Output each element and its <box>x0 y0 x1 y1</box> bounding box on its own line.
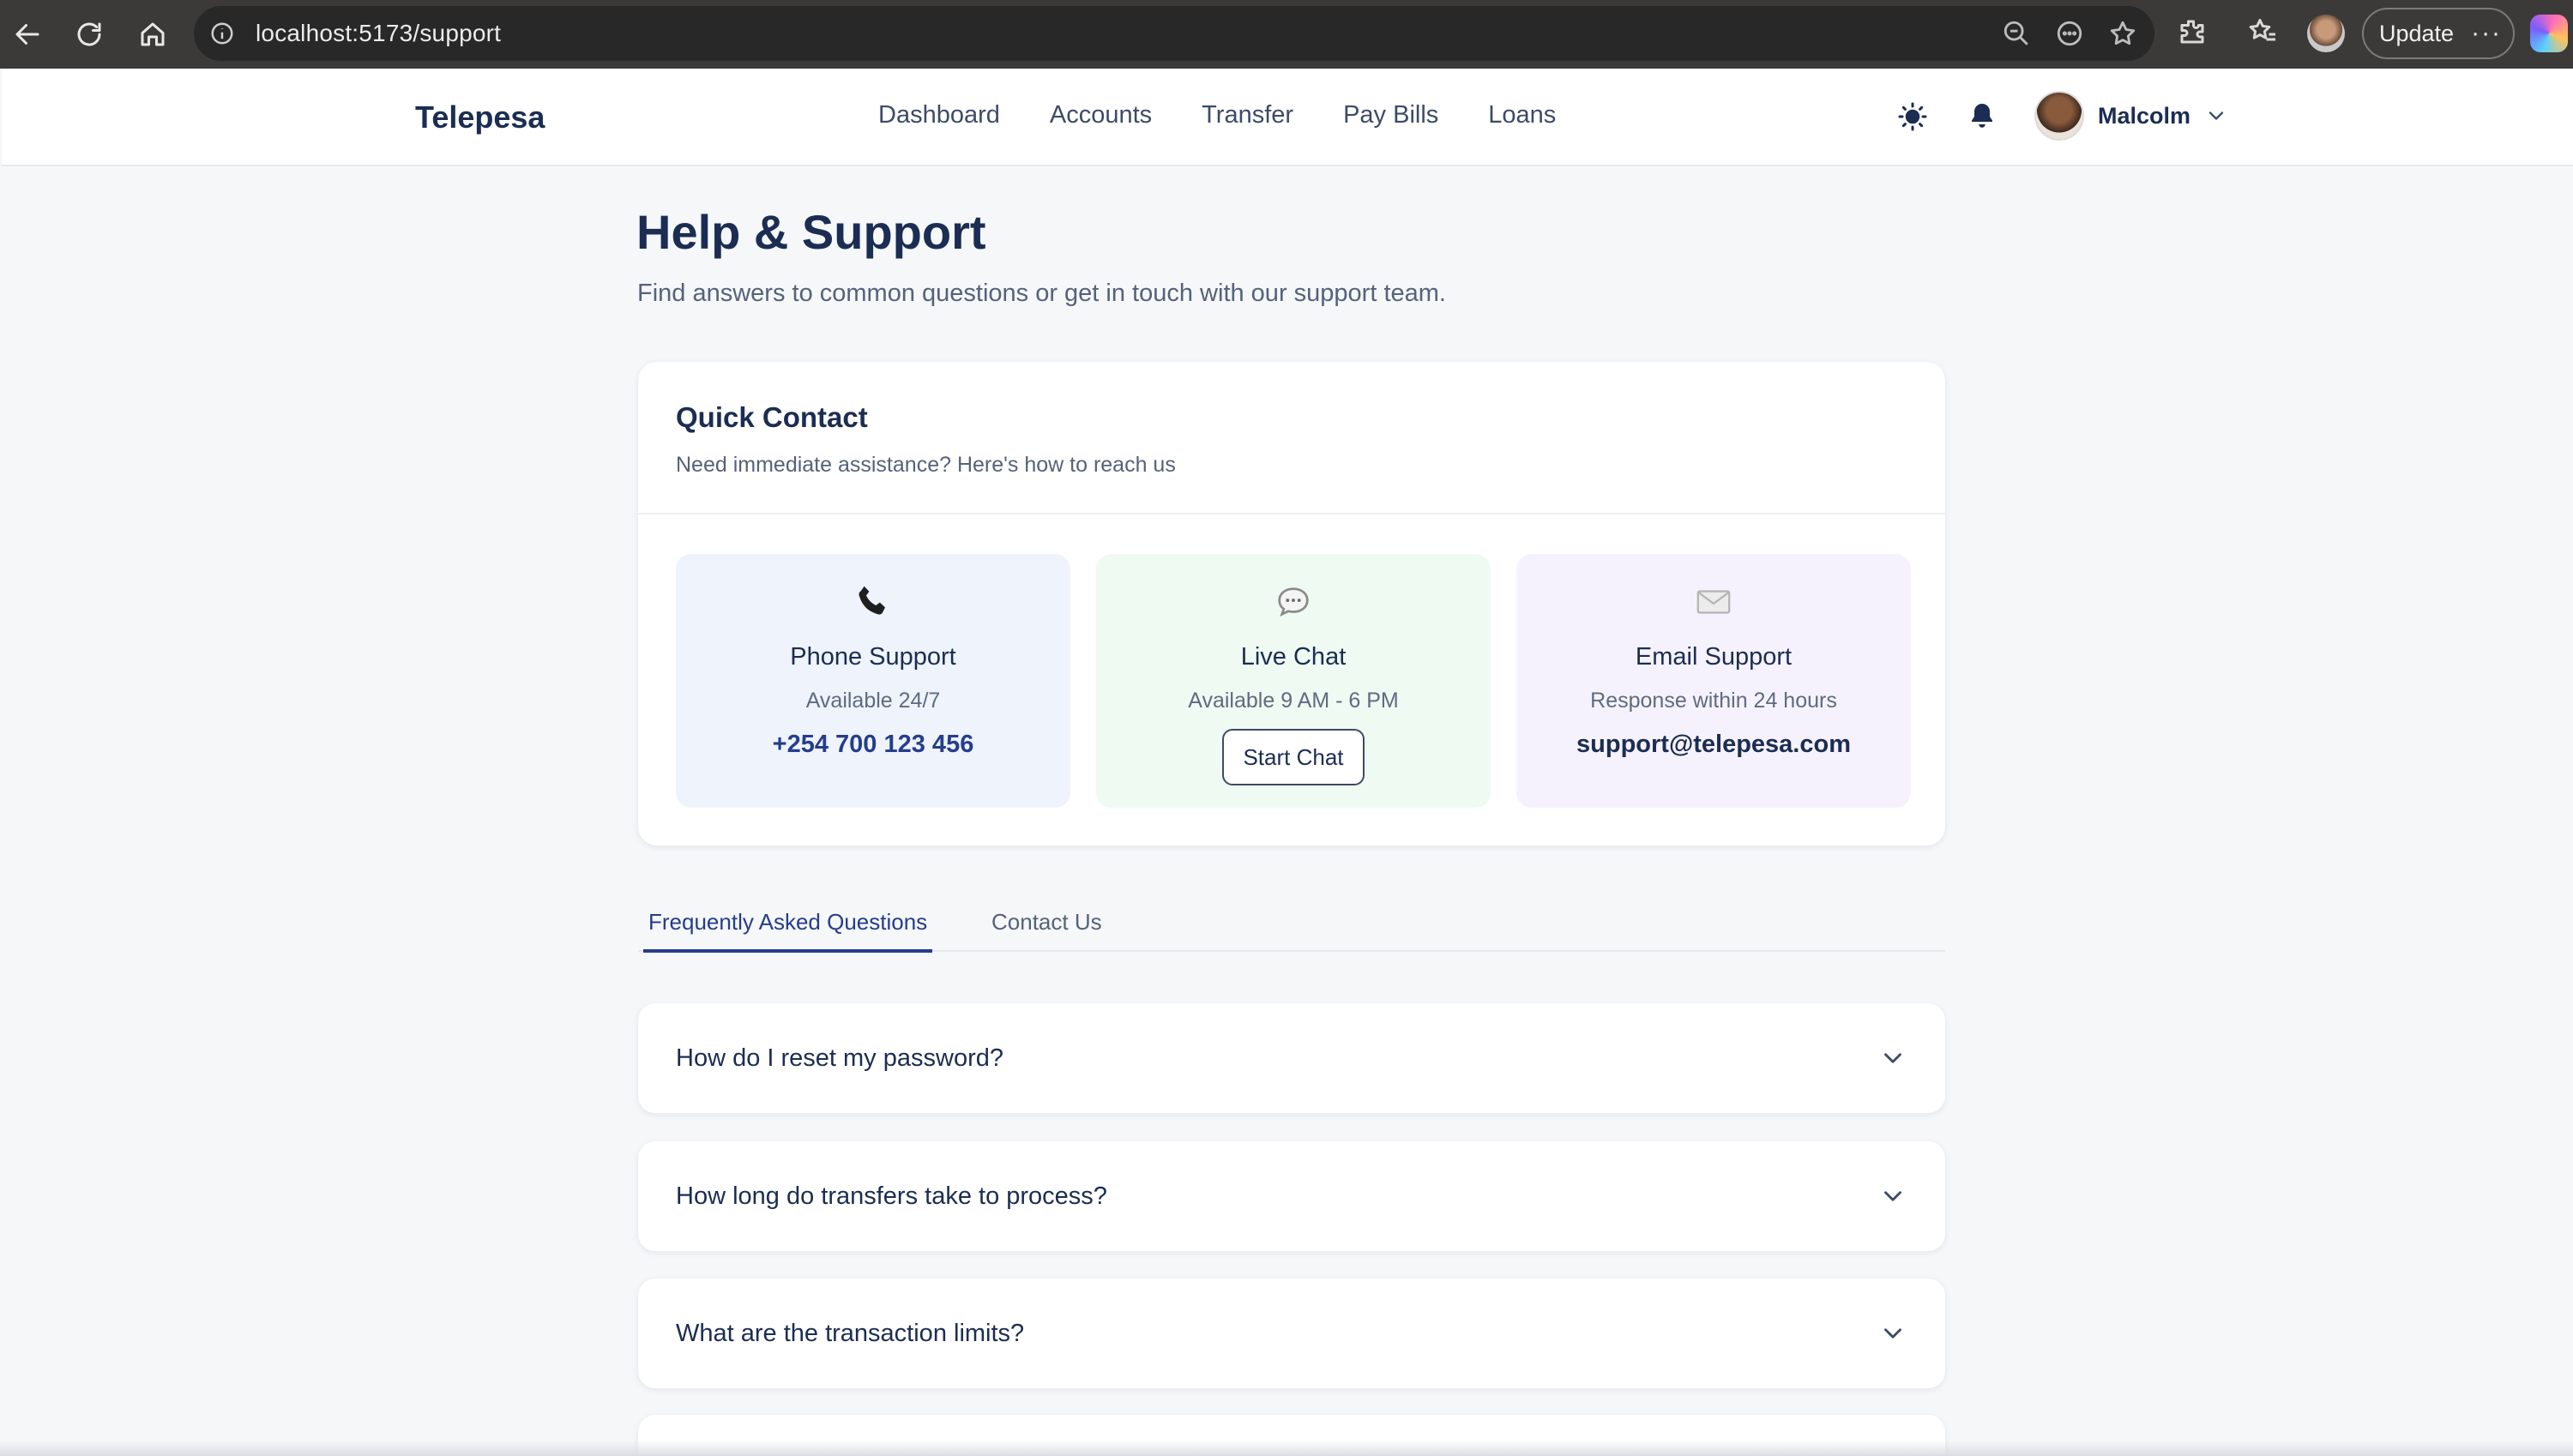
back-icon[interactable] <box>3 10 51 58</box>
user-name[interactable]: Malcolm <box>2098 103 2190 129</box>
faq-item[interactable]: How long do transfers take to process? <box>638 1141 1945 1251</box>
main-nav: Dashboard Accounts Transfer Pay Bills Lo… <box>878 101 1556 129</box>
nav-dashboard[interactable]: Dashboard <box>878 101 1000 129</box>
quick-contact-header: Quick Contact Need immediate assistance?… <box>638 362 1945 514</box>
nav-loans[interactable]: Loans <box>1488 101 1556 129</box>
tab-faq[interactable]: Frequently Asked Questions <box>643 909 933 953</box>
theme-toggle-icon[interactable] <box>1894 98 1931 135</box>
quick-contact-card: Quick Contact Need immediate assistance?… <box>638 362 1945 845</box>
phone-support-availability: Available 24/7 <box>805 689 941 713</box>
bottom-fade <box>0 1441 2573 1456</box>
support-email-link[interactable]: support@telepesa.com <box>1576 731 1851 759</box>
user-menu[interactable]: Malcolm <box>2034 91 2228 141</box>
bell-icon[interactable] <box>1963 98 2001 135</box>
quick-contact-subtitle: Need immediate assistance? Here's how to… <box>676 453 1176 477</box>
live-chat-title: Live Chat <box>1240 643 1347 671</box>
nav-transfer[interactable]: Transfer <box>1202 101 1293 129</box>
phone-number-link[interactable]: +254 700 123 456 <box>773 731 974 759</box>
faq-question[interactable]: How long do transfers take to process? <box>676 1182 1107 1211</box>
more-options-icon[interactable]: ··· <box>2471 19 2502 48</box>
chevron-down-icon[interactable] <box>2204 104 2228 128</box>
reading-mode-icon[interactable] <box>2055 19 2084 48</box>
envelope-icon <box>1691 580 1736 624</box>
favorites-icon[interactable] <box>2247 16 2278 51</box>
profile-button[interactable] <box>2307 6 2345 61</box>
update-label: Update <box>2379 20 2455 46</box>
brand-logo[interactable]: Telepesa <box>415 99 545 135</box>
address-bar[interactable]: localhost:5173/support <box>194 6 2154 61</box>
live-chat-availability: Available 9 AM - 6 PM <box>1188 689 1399 713</box>
zoom-out-icon[interactable] <box>2002 19 2031 48</box>
avatar[interactable] <box>2034 91 2084 141</box>
app-header: Telepesa Dashboard Accounts Transfer Pay… <box>2 69 2573 166</box>
chevron-down-icon[interactable] <box>1878 1319 1907 1348</box>
star-icon[interactable] <box>2108 19 2137 48</box>
extensions-button[interactable] <box>2177 6 2208 61</box>
start-chat-button[interactable]: Start Chat <box>1222 729 1365 785</box>
tab-contact-us[interactable]: Contact Us <box>991 909 1102 951</box>
chat-bubble-icon <box>1271 580 1316 624</box>
faq-item[interactable]: How do I reset my password? <box>638 1003 1945 1113</box>
live-chat-tile: Live Chat Available 9 AM - 6 PM Start Ch… <box>1096 554 1491 808</box>
puzzle-icon[interactable] <box>2177 16 2208 51</box>
nav-pay-bills[interactable]: Pay Bills <box>1343 101 1438 129</box>
copilot-icon[interactable] <box>2530 15 2568 52</box>
favorites-button[interactable] <box>2247 6 2278 61</box>
support-tabs: Frequently Asked Questions Contact Us <box>638 902 1945 953</box>
chevron-down-icon[interactable] <box>1878 1182 1907 1211</box>
url-text[interactable]: localhost:5173/support <box>256 20 501 47</box>
phone-support-title: Phone Support <box>790 643 956 671</box>
email-support-title: Email Support <box>1635 643 1793 671</box>
email-support-tile: Email Support Response within 24 hours s… <box>1516 554 1911 808</box>
faq-question[interactable]: How do I reset my password? <box>676 1044 1003 1073</box>
page-subtitle: Find answers to common questions or get … <box>637 280 1446 307</box>
faq-question[interactable]: What are the transaction limits? <box>676 1320 1024 1348</box>
phone-support-tile: Phone Support Available 24/7 +254 700 12… <box>676 554 1070 808</box>
site-info-icon[interactable] <box>209 21 235 46</box>
chevron-down-icon[interactable] <box>1878 1044 1907 1073</box>
email-support-availability: Response within 24 hours <box>1590 689 1837 713</box>
page-title: Help & Support <box>636 205 986 259</box>
reload-icon[interactable] <box>65 10 113 58</box>
phone-icon <box>851 580 895 624</box>
faq-item[interactable]: What are the transaction limits? <box>638 1279 1945 1388</box>
home-icon[interactable] <box>129 10 177 58</box>
profile-avatar[interactable] <box>2307 15 2345 52</box>
quick-contact-title: Quick Contact <box>676 401 868 433</box>
update-button[interactable]: Update ··· <box>2362 8 2515 59</box>
browser-toolbar: localhost:5173/support Update ··· <box>0 0 2573 69</box>
nav-accounts[interactable]: Accounts <box>1050 101 1152 129</box>
